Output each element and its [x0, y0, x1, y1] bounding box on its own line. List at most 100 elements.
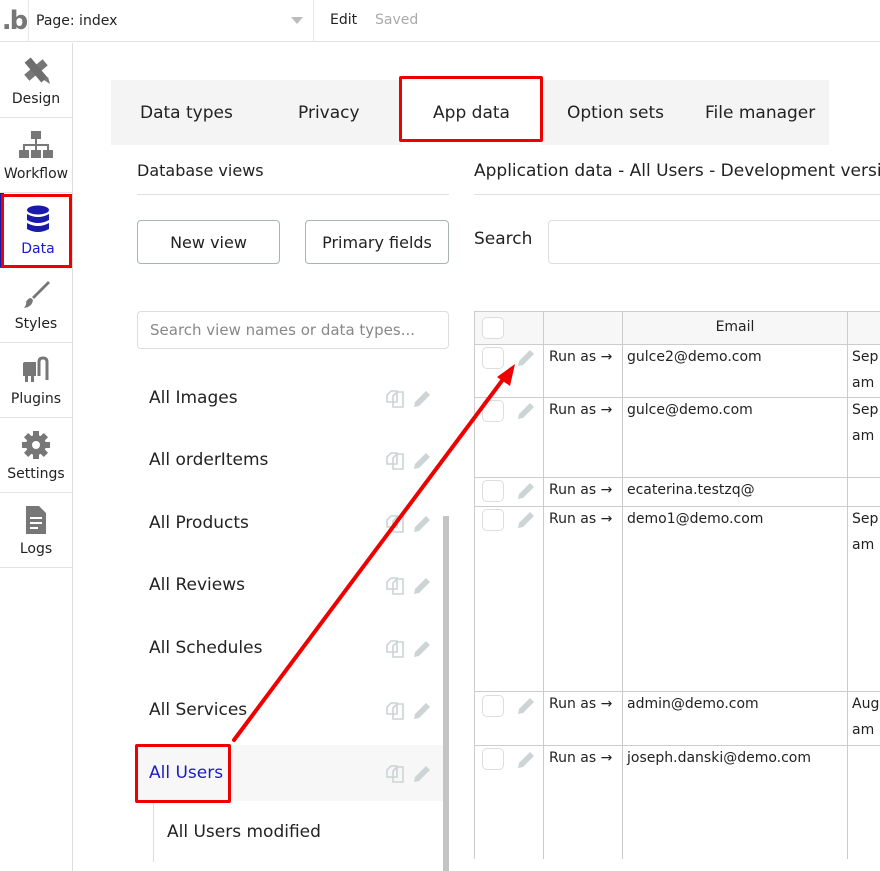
database-views-title: Database views	[137, 161, 264, 180]
table-border	[475, 477, 880, 478]
pencil-icon[interactable]	[515, 697, 535, 715]
pencil-icon[interactable]	[411, 702, 431, 720]
copy-icon[interactable]	[385, 390, 405, 408]
copy-icon[interactable]	[385, 515, 405, 533]
row-checkbox[interactable]	[482, 509, 504, 531]
run-as-link[interactable]: Run as →	[549, 696, 612, 712]
email-cell: demo1@demo.com	[627, 511, 764, 527]
pencil-icon[interactable]	[515, 402, 535, 420]
tab-file-manager[interactable]: File manager	[705, 80, 815, 145]
pencil-icon[interactable]	[515, 511, 535, 529]
run-as-link[interactable]: Run as →	[549, 349, 612, 365]
row-checkbox[interactable]	[482, 748, 504, 770]
view-item-label: All Images	[149, 388, 238, 408]
sidebar-item-label: Workflow	[3, 166, 69, 182]
pencil-icon[interactable]	[411, 390, 431, 408]
view-item-all-services[interactable]: All Services	[137, 682, 443, 738]
tab-data-types[interactable]: Data types	[140, 80, 233, 145]
copy-icon[interactable]	[385, 765, 405, 783]
view-item-all-schedules[interactable]: All Schedules	[137, 620, 443, 676]
new-view-button[interactable]: New view	[137, 220, 280, 264]
sidebar-item-label: Settings	[7, 466, 65, 482]
sidebar-item-workflow[interactable]: Workflow	[0, 118, 72, 193]
chevron-down-icon	[291, 17, 303, 24]
copy-icon[interactable]	[385, 452, 405, 470]
column-header-email[interactable]: Email	[623, 319, 847, 335]
run-as-link[interactable]: Run as →	[549, 402, 612, 418]
pencil-icon[interactable]	[411, 452, 431, 470]
view-item-label: All Users modified	[167, 822, 321, 842]
view-item-all-images[interactable]: All Images	[137, 370, 443, 426]
sidebar-item-label: Logs	[19, 541, 53, 557]
search-label: Search	[474, 229, 533, 249]
row-checkbox[interactable]	[482, 695, 504, 717]
view-item-actions	[385, 452, 431, 470]
view-item-all-users[interactable]: All Users	[137, 745, 443, 801]
select-all-checkbox[interactable]	[482, 317, 504, 339]
view-item-label: All Users	[149, 763, 224, 783]
top-bar: .b Page: index Edit Saved	[0, 0, 880, 42]
sidebar-item-label: Data	[21, 241, 55, 257]
pencil-icon[interactable]	[411, 765, 431, 783]
plug-icon	[19, 353, 53, 387]
tab-label: Data types	[140, 102, 233, 123]
tab-app-data[interactable]: App data	[402, 80, 541, 145]
pencil-icon[interactable]	[411, 640, 431, 658]
view-search-input[interactable]	[137, 311, 449, 349]
tab-privacy[interactable]: Privacy	[298, 80, 360, 145]
run-as-link[interactable]: Run as →	[549, 511, 612, 527]
view-item-all-products[interactable]: All Products	[137, 495, 443, 551]
copy-icon[interactable]	[385, 640, 405, 658]
view-item-label: All Products	[149, 513, 249, 533]
app-data-title: Application data - All Users - Developme…	[474, 161, 880, 181]
view-item-actions	[385, 765, 431, 783]
view-list-scrollbar[interactable]	[443, 516, 449, 871]
table-border	[475, 506, 880, 507]
tab-label: Option sets	[567, 102, 664, 123]
sidebar-item-data[interactable]: Data	[0, 193, 72, 268]
view-item-all-orderitems[interactable]: All orderItems	[137, 432, 443, 488]
date-cell: am	[852, 722, 875, 738]
view-item-all-reviews[interactable]: All Reviews	[137, 557, 443, 613]
row-checkbox[interactable]	[482, 400, 504, 422]
primary-fields-button[interactable]: Primary fields	[305, 220, 449, 264]
copy-icon[interactable]	[385, 702, 405, 720]
run-as-link[interactable]: Run as →	[549, 482, 612, 498]
tab-label: App data	[433, 102, 510, 123]
pencil-icon[interactable]	[411, 577, 431, 595]
pencil-icon[interactable]	[515, 349, 535, 367]
design-icon	[19, 53, 53, 87]
table-border	[847, 311, 848, 859]
view-item-actions	[385, 577, 431, 595]
edit-menu[interactable]: Edit	[330, 12, 357, 28]
sidebar-item-settings[interactable]: Settings	[0, 418, 72, 493]
table-border	[475, 691, 880, 692]
email-cell: ecaterina.testzq@	[627, 482, 755, 498]
email-cell: admin@demo.com	[627, 696, 759, 712]
sidebar-item-plugins[interactable]: Plugins	[0, 343, 72, 418]
gear-icon	[19, 428, 53, 462]
email-cell: gulce@demo.com	[627, 402, 753, 418]
date-cell: am	[852, 375, 875, 391]
sidebar-item-styles[interactable]: Styles	[0, 268, 72, 343]
sidebar-item-logs[interactable]: Logs	[0, 493, 72, 568]
row-checkbox[interactable]	[482, 347, 504, 369]
page-selector[interactable]: Page: index	[29, 0, 313, 42]
run-as-link[interactable]: Run as →	[549, 750, 612, 766]
row-checkbox[interactable]	[482, 480, 504, 502]
tab-option-sets[interactable]: Option sets	[567, 80, 664, 145]
view-item-all-users-modified[interactable]: All Users modified	[153, 802, 433, 862]
app-data-search-input[interactable]	[548, 220, 880, 264]
pencil-icon[interactable]	[515, 751, 535, 769]
sidebar-item-label: Plugins	[10, 391, 62, 407]
date-cell: Sep	[852, 402, 879, 418]
pencil-icon[interactable]	[411, 515, 431, 533]
bubble-logo[interactable]: .b	[0, 0, 29, 42]
copy-icon[interactable]	[385, 577, 405, 595]
pencil-icon[interactable]	[515, 482, 535, 500]
divider	[313, 0, 314, 42]
tab-label: Privacy	[298, 102, 360, 123]
sidebar-item-design[interactable]: Design	[0, 43, 72, 118]
date-cell: am	[852, 537, 875, 553]
view-item-actions	[385, 702, 431, 720]
